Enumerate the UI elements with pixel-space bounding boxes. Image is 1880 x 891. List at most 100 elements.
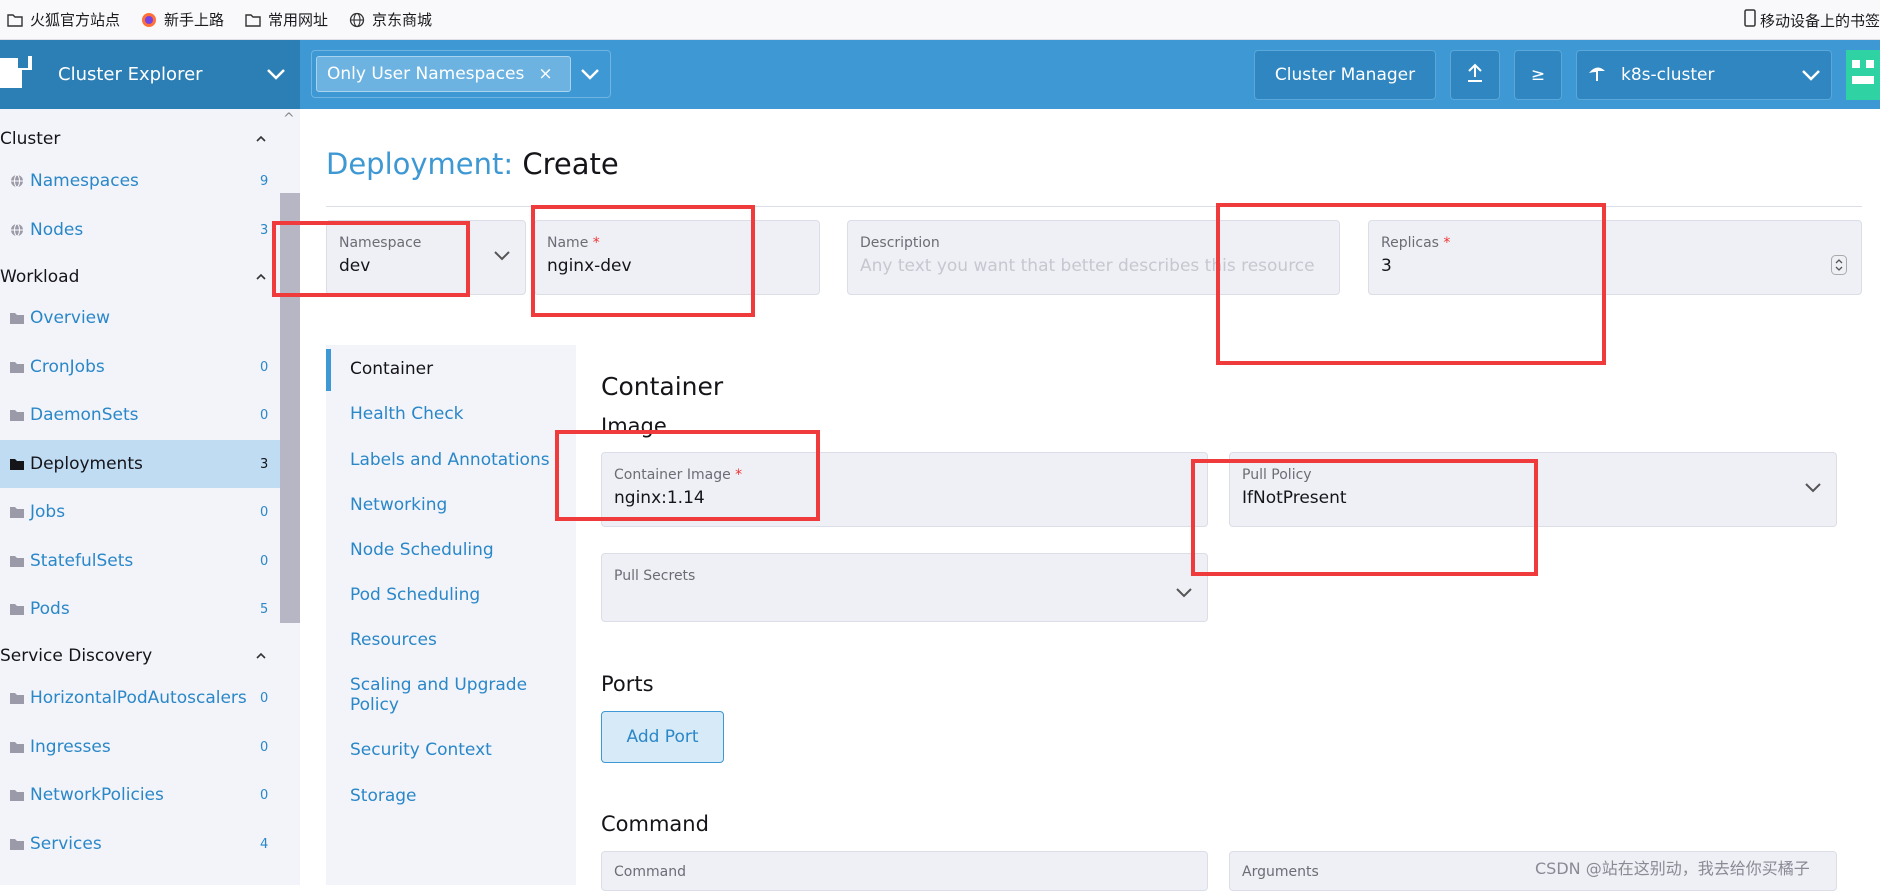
- tab-storage[interactable]: Storage: [350, 786, 550, 806]
- tab-networking[interactable]: Networking: [350, 495, 550, 515]
- tab-labels-annotations[interactable]: Labels and Annotations: [350, 450, 550, 470]
- folder-icon: [8, 555, 26, 567]
- sidebar: ^ Cluster Namespaces 9 Nodes 3 Workload …: [0, 109, 300, 885]
- folder-icon: [8, 361, 26, 373]
- field-label: Command: [614, 864, 686, 880]
- tab-container[interactable]: Container: [350, 359, 550, 379]
- bookmark-item[interactable]: 常用网址: [244, 9, 328, 30]
- namespace-filter-label: Only User Namespaces: [327, 64, 525, 84]
- chevron-down-icon: [266, 66, 286, 85]
- cluster-manager-label: Cluster Manager: [1274, 65, 1416, 85]
- brand-title: Cluster Explorer: [58, 64, 203, 85]
- field-label: Pull Secrets: [614, 568, 696, 584]
- tab-node-scheduling[interactable]: Node Scheduling: [350, 540, 550, 560]
- item-count: 0: [260, 739, 269, 755]
- sidebar-item-label: Ingresses: [30, 737, 111, 757]
- sidebar-item-networkpolicies[interactable]: NetworkPolicies 0: [0, 771, 280, 819]
- sidebar-item-label: StatefulSets: [30, 551, 134, 571]
- import-yaml-button[interactable]: [1450, 50, 1500, 100]
- tab-scaling-upgrade-policy[interactable]: Scaling and Upgrade Policy: [350, 675, 550, 715]
- upload-icon: [1466, 63, 1484, 88]
- sidebar-item-hpa[interactable]: HorizontalPodAutoscalers 0: [0, 674, 280, 722]
- folder-icon: [244, 11, 262, 29]
- chevron-down-icon[interactable]: [580, 66, 600, 85]
- nav-group-service-discovery[interactable]: Service Discovery: [0, 646, 280, 666]
- stepper-icon[interactable]: [1831, 255, 1847, 279]
- cluster-manager-button[interactable]: Cluster Manager: [1254, 50, 1436, 100]
- chevron-up-icon: [255, 267, 267, 287]
- bookmark-label: 火狐官方站点: [30, 11, 121, 29]
- sidebar-item-label: DaemonSets: [30, 405, 139, 425]
- scroll-up-icon[interactable]: ^: [283, 111, 295, 127]
- page-title: Deployment: Create: [326, 147, 619, 181]
- tab-pod-scheduling[interactable]: Pod Scheduling: [350, 585, 550, 605]
- folder-icon: [8, 692, 26, 704]
- nav-group-workload[interactable]: Workload: [0, 267, 280, 287]
- sidebar-item-jobs[interactable]: Jobs 0: [0, 488, 280, 536]
- sidebar-item-daemonsets[interactable]: DaemonSets 0: [0, 391, 280, 439]
- cluster-icon: [1587, 63, 1607, 88]
- sidebar-item-ingresses[interactable]: Ingresses 0: [0, 723, 280, 771]
- item-count: 0: [260, 504, 269, 520]
- pull-secrets-select[interactable]: Pull Secrets: [601, 553, 1208, 622]
- chevron-up-icon: [255, 646, 267, 666]
- sidebar-item-label: Pods: [30, 599, 70, 619]
- globe-icon: [348, 11, 366, 29]
- sidebar-item-namespaces[interactable]: Namespaces 9: [0, 157, 280, 205]
- tab-resources[interactable]: Resources: [350, 630, 550, 650]
- bookmark-item[interactable]: 京东商城: [348, 9, 432, 30]
- chevron-down-icon: [1801, 67, 1821, 87]
- folder-icon: [8, 789, 26, 801]
- bookmark-label: 常用网址: [268, 11, 329, 29]
- namespace-filter-chip: Only User Namespaces ×: [316, 56, 571, 92]
- annotation-box: [531, 205, 755, 317]
- add-port-label: Add Port: [626, 727, 699, 747]
- bookmark-item[interactable]: 新手上路: [140, 9, 224, 30]
- cluster-explorer-menu[interactable]: Cluster Explorer: [0, 40, 300, 109]
- nav-group-label: Workload: [0, 267, 80, 287]
- user-avatar[interactable]: [1846, 50, 1880, 100]
- page-title-action: Create: [522, 147, 619, 181]
- nav-group-cluster[interactable]: Cluster: [0, 129, 280, 149]
- chevron-down-icon: [493, 247, 511, 266]
- bookmark-label: 京东商城: [372, 11, 433, 29]
- item-count: 0: [260, 787, 269, 803]
- cluster-selector[interactable]: k8s-cluster: [1576, 50, 1832, 100]
- sidebar-item-services[interactable]: Services 4: [0, 820, 280, 868]
- sidebar-item-statefulsets[interactable]: StatefulSets 0: [0, 537, 280, 585]
- item-count: 0: [260, 359, 269, 375]
- mobile-bookmarks-label: 移动设备上的书签: [1759, 11, 1880, 30]
- field-label: Arguments: [1242, 864, 1319, 880]
- item-count: 3: [260, 456, 269, 472]
- tab-health-check[interactable]: Health Check: [350, 404, 550, 424]
- container-heading: Container: [601, 372, 724, 401]
- sidebar-item-cronjobs[interactable]: CronJobs 0: [0, 343, 280, 391]
- sidebar-item-deployments[interactable]: Deployments 3: [0, 440, 280, 488]
- bookmark-item[interactable]: 火狐官方站点: [6, 9, 120, 30]
- namespace-filter[interactable]: Only User Namespaces ×: [311, 50, 611, 98]
- globe-icon: [8, 223, 26, 237]
- item-count: 4: [260, 836, 269, 852]
- cluster-name: k8s-cluster: [1621, 65, 1715, 85]
- add-port-button[interactable]: Add Port: [601, 711, 724, 763]
- globe-icon: [8, 174, 26, 188]
- folder-icon: [8, 458, 26, 470]
- mobile-bookmarks[interactable]: 移动设备上的书签: [1744, 0, 1880, 40]
- folder-icon: [8, 603, 26, 615]
- annotation-box: [555, 430, 820, 521]
- sidebar-item-overview[interactable]: Overview: [0, 294, 280, 342]
- kubectl-shell-button[interactable]: ≥: [1514, 50, 1562, 100]
- chevron-down-icon: [1175, 584, 1193, 603]
- sidebar-item-label: Deployments: [30, 454, 143, 474]
- sidebar-item-nodes[interactable]: Nodes 3: [0, 206, 280, 254]
- sidebar-item-label: Namespaces: [30, 171, 139, 191]
- sidebar-item-pods[interactable]: Pods 5: [0, 585, 280, 633]
- command-input[interactable]: Command: [601, 851, 1208, 891]
- sidebar-item-label: Overview: [30, 308, 111, 328]
- chip-remove-icon[interactable]: ×: [538, 64, 552, 84]
- firefox-icon: [140, 11, 158, 29]
- chevron-down-icon: [1804, 479, 1822, 498]
- tab-security-context[interactable]: Security Context: [350, 740, 550, 760]
- annotation-box: [1216, 203, 1606, 365]
- sidebar-item-label: NetworkPolicies: [30, 785, 164, 805]
